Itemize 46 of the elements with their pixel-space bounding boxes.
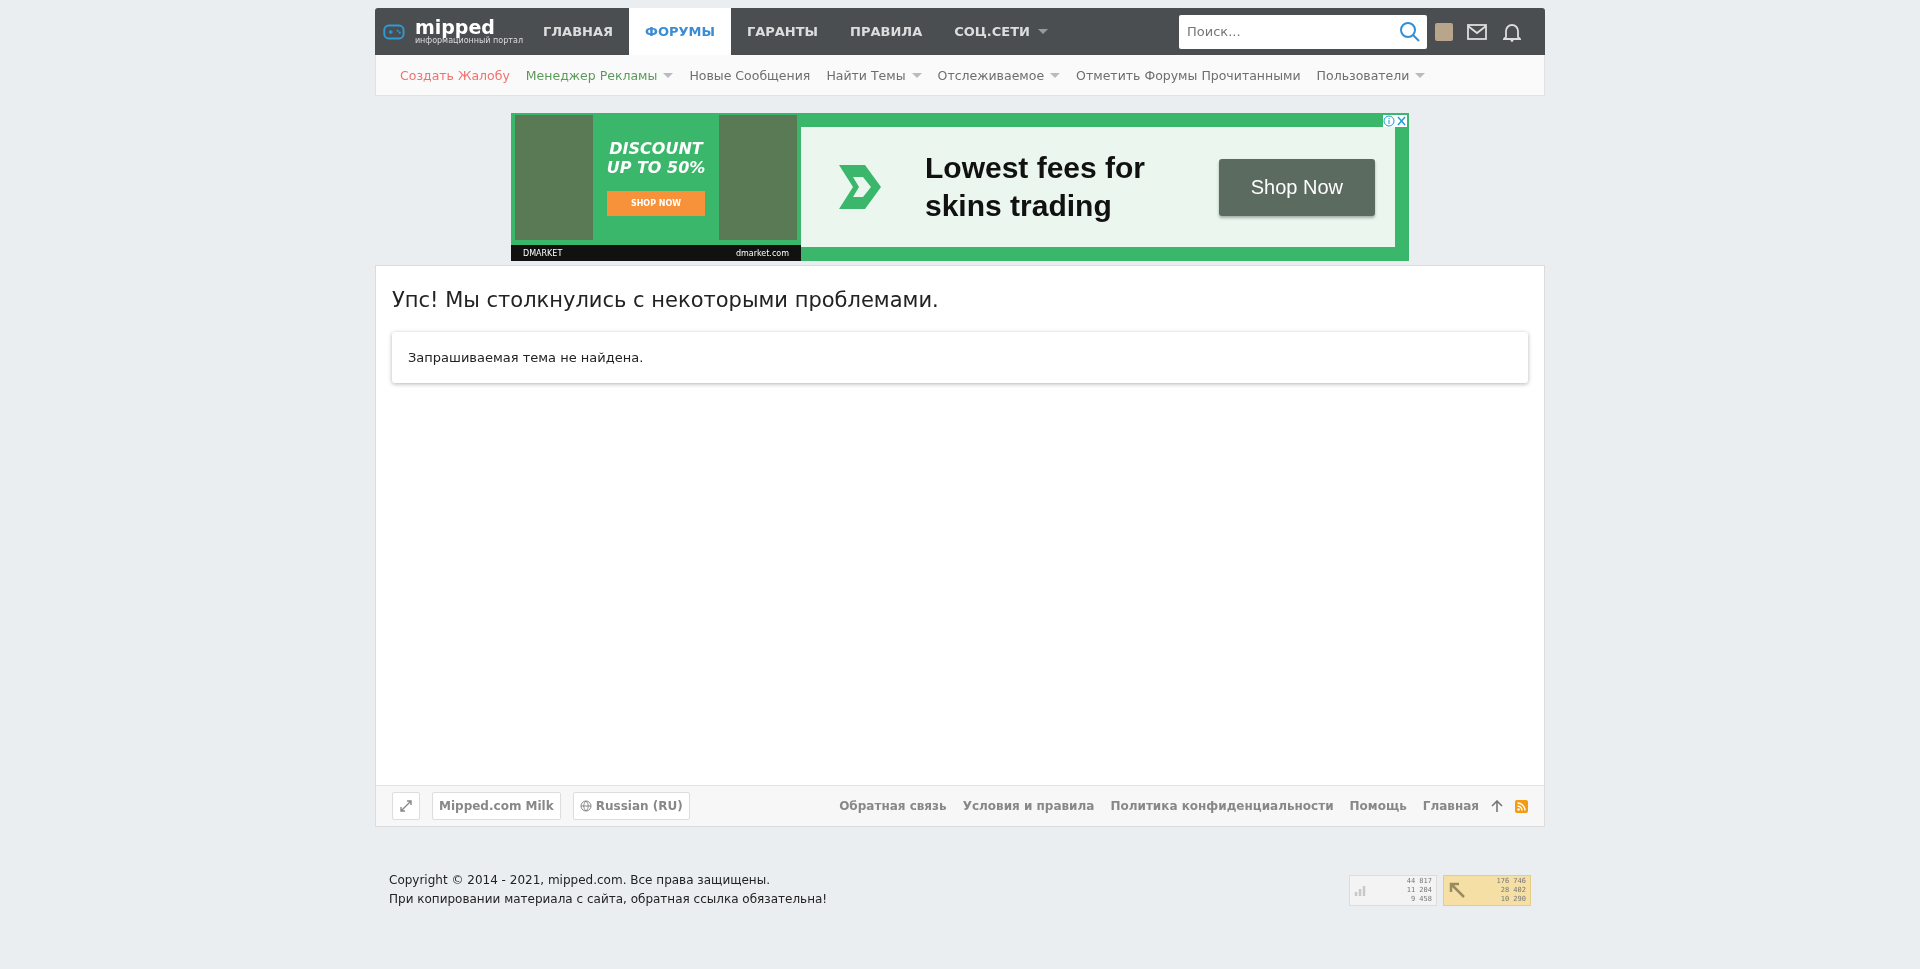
fullwidth-toggle-button[interactable] [392,792,420,820]
copyright-text: Copyright © 2014 - 2021, mipped.com. Все права защищены. [389,872,771,889]
footer-link[interactable]: Условия и правила [962,799,1095,813]
ad-info-close-icon[interactable] [1383,115,1407,127]
ad-shop-button[interactable]: SHOP NOW [606,191,706,216]
nav-tab[interactable]: ФОРУМЫ [629,8,731,55]
nav-tab[interactable]: ГЛАВНАЯ [527,8,629,55]
ad-site: dmarket.com [735,248,789,258]
subnav-link[interactable]: Менеджер Рекламы [525,67,674,83]
nav-tab[interactable]: ГАРАНТЫ [730,8,835,55]
footer-link[interactable]: Помощь [1349,799,1407,813]
logo-name: mipped [414,18,496,36]
footer-link[interactable]: Главная [1422,799,1479,813]
search-field[interactable]: Поиск... [1179,14,1427,49]
ad-discount-text: DISCOUNT UP TO 50% [605,139,707,177]
footer-link[interactable]: Политика конфиденциальности [1110,799,1334,813]
mail-icon[interactable] [1467,23,1487,40]
arrow-icon [1448,881,1466,899]
subnav-link[interactable]: Отслеживаемое [937,67,1061,83]
subnav-link[interactable]: Отметить Форумы Прочитанными [1076,67,1301,83]
copyright-text: При копировании материала с сайта, обратная ссылка обязательна! [389,891,828,908]
error-message: Запрашиваемая тема не найдена. [392,332,1528,383]
subnav-link[interactable]: Пользователи [1316,67,1426,83]
site-logo[interactable]: mipped информационный портал [383,17,523,46]
expand-icon [400,800,412,812]
nav-tab[interactable]: СОЦ.СЕТИ [938,8,1064,55]
ad-headline: Lowest fees for skins trading [925,150,1147,224]
logo-tagline: информационный портал [414,36,523,45]
up-arrow-icon[interactable] [1491,800,1503,812]
language-chooser-button[interactable]: Russian (RU) [572,792,690,820]
bar-chart-icon [1354,883,1368,897]
subnav-link[interactable]: Новые Сообщения [689,67,811,83]
nav-tab[interactable]: ПРАВИЛА [834,8,939,55]
error-title: Упс! Мы столкнулись с некоторыми проблемами. [392,288,940,312]
search-icon[interactable] [1399,20,1421,43]
style-chooser-button[interactable]: Mipped.com Milk [432,792,561,820]
globe-icon [579,800,592,812]
ad-brand: DMARKET [523,248,563,258]
bell-icon[interactable] [1503,21,1521,42]
subnav-link[interactable]: Найти Темы [826,67,922,83]
subnav-link[interactable]: Создать Жалобу [400,67,510,83]
avatar-image[interactable] [1435,22,1453,41]
ad-shop-now-button[interactable]: Shop Now [1218,158,1375,216]
footer-link[interactable]: Обратная связь [839,799,947,813]
ad-banner[interactable]: DISCOUNT UP TO 50% SHOP NOW DMARKET dmarket.com Lowest fees for skins trading Shop Now [511,113,1409,261]
rss-icon[interactable] [1515,799,1528,813]
